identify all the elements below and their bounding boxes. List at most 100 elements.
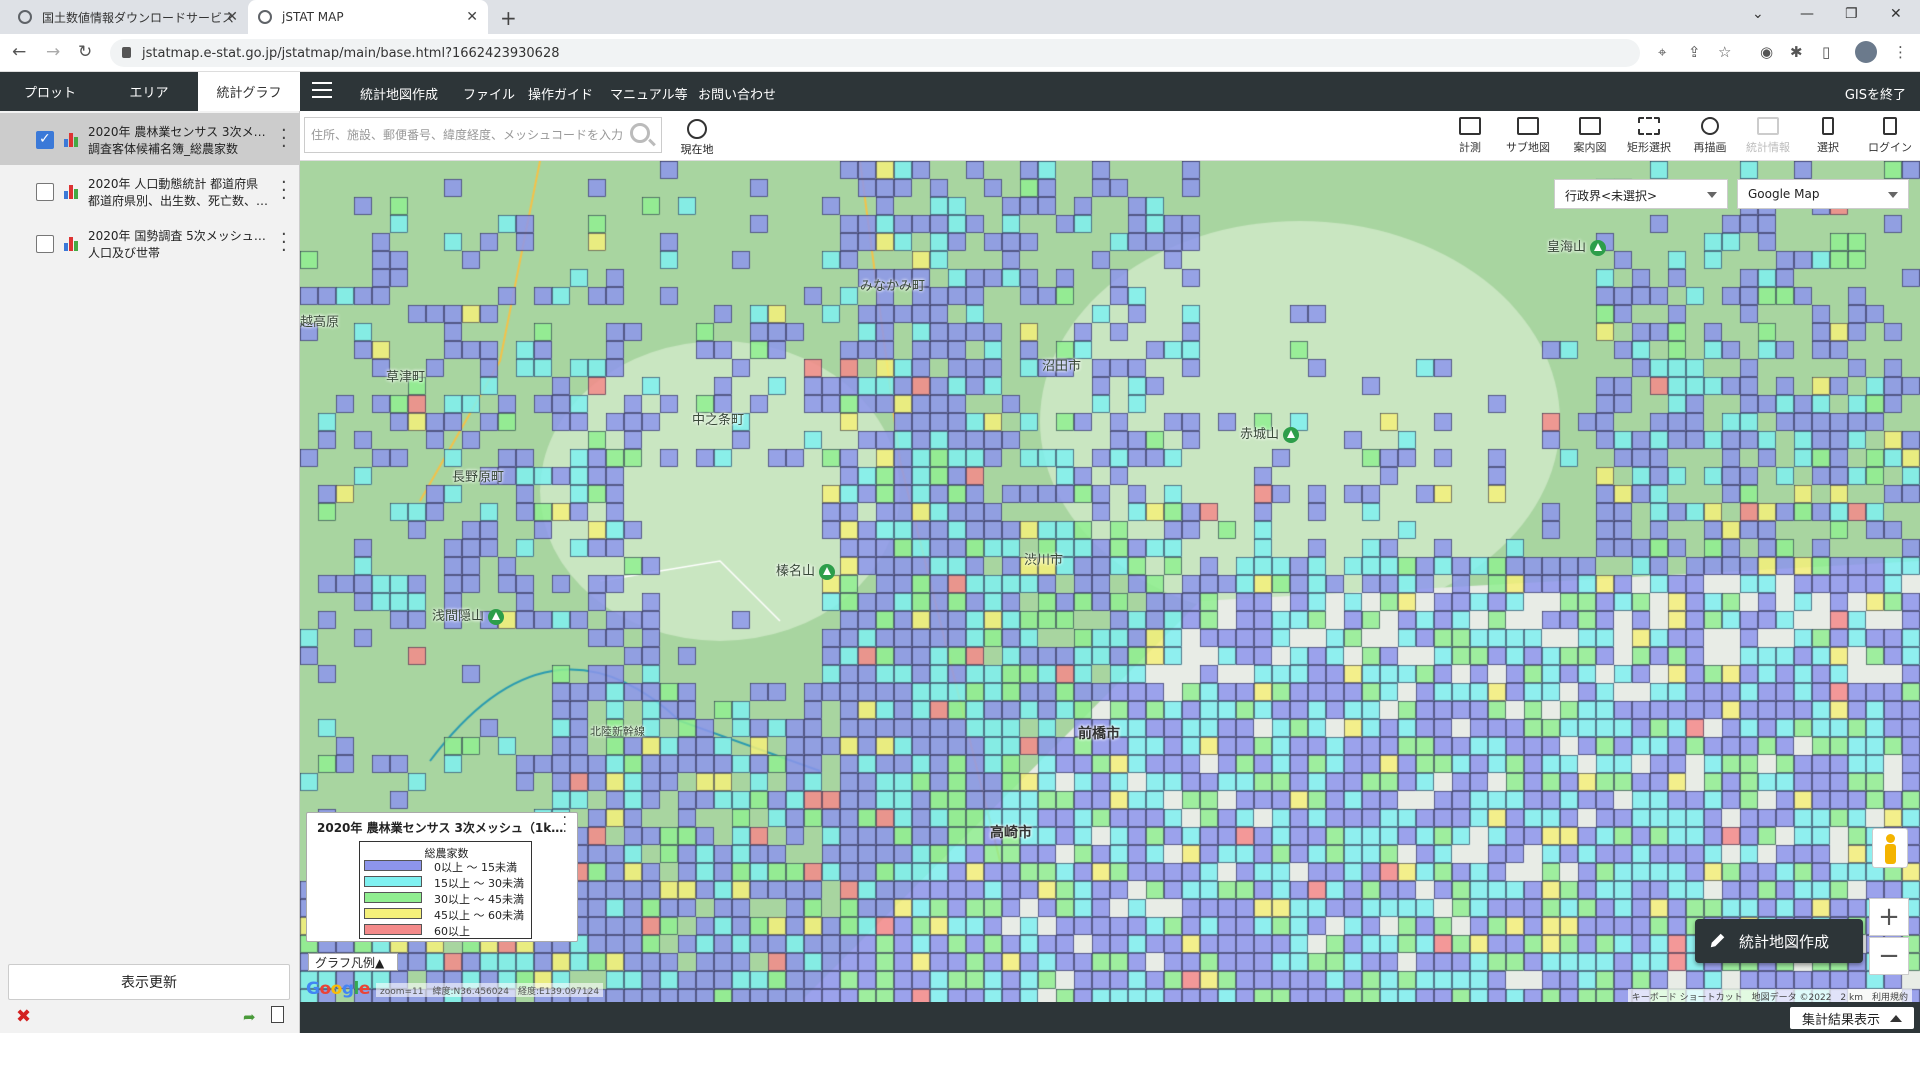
share-icon[interactable]: ⇪ [1688,43,1701,61]
delete-icon[interactable]: ✖ [16,1006,31,1027]
map-icon [1517,117,1539,135]
street-view-pegman-icon[interactable] [1872,828,1908,868]
layer-checkbox[interactable] [36,235,54,253]
refresh-display-button[interactable]: 表示更新 [8,964,290,1000]
browser-menu-icon[interactable]: ⋮ [1893,43,1908,61]
layer-item[interactable]: 2020年 国勢調査 5次メッシュ（250mメッシュ） 人口及び世帯 ··· [0,217,300,269]
menu-file[interactable]: ファイル [463,84,515,103]
map-area[interactable]: 皇海山 赤城山 榛名山 浅間隠山 みなかみ町 沼田市 中之条町 長野原町 草津町… [300,111,1920,1002]
sidepanel-icon[interactable]: ▯ [1822,43,1830,61]
coordinate-readout: zoom=11 緯度:N36.456024 経度:E139.097124 [376,983,604,997]
rect-select-tool[interactable]: 矩形選択 [1621,117,1677,155]
bar-chart-icon [64,133,78,147]
hamburger-menu-icon[interactable] [312,82,332,100]
tab-area[interactable]: エリア [100,72,198,111]
mountain-icon [488,608,505,625]
layer-menu-icon[interactable]: · · · [281,122,287,156]
legend-label: 60以上 [434,925,470,938]
lock-icon [122,47,131,58]
close-tab-icon[interactable]: ✕ [466,9,478,25]
google-logo: Google [306,979,370,999]
show-results-button[interactable]: 集計結果表示 [1789,1007,1914,1029]
puzzle-icon[interactable]: ✱ [1790,43,1803,61]
layer-item[interactable]: 2020年 農林業センサス 3次メッシュ（1kmメッシュ） 調査客体候補名簿_総… [0,113,300,165]
browser-tab-1[interactable]: 国土数値情報ダウンロードサービス ✕ [8,0,248,34]
url-text: jstatmap.e-stat.go.jp/jstatmap/main/base… [142,45,560,61]
tab-title: jSTAT MAP [282,10,344,24]
window-close-button[interactable]: ✕ [1890,6,1902,22]
extension-icon[interactable]: ◉ [1760,43,1773,61]
place-label: 渋川市 [1024,553,1064,568]
select-tool[interactable]: 選択 [1800,117,1856,155]
mountain-icon [819,563,836,580]
basemap-select-value: Google Map [1748,187,1820,201]
zoom-out-button[interactable]: − [1869,937,1909,975]
menu-guide[interactable]: 操作ガイド [528,84,593,103]
legend-menu-icon[interactable]: · · · [563,811,567,839]
place-label: 北陸新幹線 [590,725,645,738]
legend-row: 15以上 ～ 30未満 [364,875,530,890]
boundary-select-value: 行政界<未選択> [1565,189,1658,203]
measure-tool[interactable]: 計測 [1442,117,1498,155]
map-toolbar: 現在地 計測 サブ地図 案内図 矩形選択 再描画 統計情報 選択 ログイン [300,111,1920,161]
map-attribution[interactable]: キーボード ショートカット 地図データ ©2022 2 km 利用規約 [1627,989,1912,1002]
submap-tool[interactable]: サブ地図 [1500,117,1556,155]
login-tool[interactable]: ログイン [1862,117,1918,155]
back-icon[interactable]: ← [12,42,26,62]
tool-label: 案内図 [1573,141,1607,154]
legend-label: 0以上 ～ 15未満 [434,861,517,874]
profile-avatar[interactable] [1855,41,1877,63]
browser-tab-bar: 国土数値情報ダウンロードサービス ✕ jSTAT MAP ✕ + ⌄ — ❐ ✕ [0,0,1920,34]
tool-label: 矩形選択 [1627,141,1671,154]
current-location-button[interactable]: 現在地 [674,117,720,157]
crosshair-icon [687,119,707,139]
layer-menu-icon[interactable]: · · · [281,174,287,208]
redraw-tool[interactable]: 再描画 [1682,117,1738,155]
basemap-select[interactable]: Google Map [1737,179,1909,209]
tab-plot[interactable]: プロット [0,72,100,111]
refresh-icon [1701,117,1719,135]
legend-toggle-button[interactable]: グラフ凡例▲ [308,953,398,971]
layer-checkbox[interactable] [36,131,54,149]
search-input[interactable] [304,117,662,153]
layer-checkbox[interactable] [36,183,54,201]
legend-swatch [364,876,422,887]
legend-swatch [364,892,422,903]
bar-chart-icon [64,237,78,251]
reload-icon[interactable]: ↻ [78,42,92,62]
zoom-in-button[interactable]: + [1869,898,1909,936]
layer-menu-icon[interactable]: · · · [281,226,287,260]
end-gis-button[interactable]: GISを終了 [1845,84,1906,103]
boundary-select[interactable]: 行政界<未選択> [1554,179,1728,209]
menu-manual[interactable]: マニュアル等 [610,84,688,103]
map-legend[interactable]: 2020年 農林業センサス 3次メッシュ（1kmメッシュ） ··· 総農家数 0… [306,811,578,942]
place-label: みなかみ町 [860,279,926,294]
document-icon[interactable] [271,1006,284,1023]
legend-row: 0以上 ～ 15未満 [364,859,530,874]
menu-contact[interactable]: お問い合わせ [698,84,776,103]
overview-map-tool[interactable]: 案内図 [1562,117,1618,155]
legend-swatch [364,908,422,919]
url-field[interactable]: jstatmap.e-stat.go.jp/jstatmap/main/base… [110,39,1640,67]
browser-tab-2[interactable]: jSTAT MAP ✕ [248,0,488,34]
layer-item[interactable]: 2020年 人口動態統計 都道府県 都道府県別、出生数、死亡数、婚姻件数、離婚件… [0,165,300,217]
bookmark-star-icon[interactable]: ☆ [1718,43,1731,61]
close-tab-icon[interactable]: ✕ [226,9,238,25]
stat-info-tool[interactable]: 統計情報 [1740,117,1796,155]
search-icon[interactable] [630,123,650,143]
forward-icon[interactable]: → [46,42,60,62]
create-stat-map-button[interactable]: 統計地図作成 [1695,919,1863,963]
minimize-button[interactable]: — [1800,6,1814,22]
rect-select-icon [1638,117,1660,135]
location-icon[interactable]: ⌖ [1658,43,1666,61]
layer-subtitle: 人口及び世帯 [88,246,161,260]
place-label: 皇海山 [1547,236,1607,256]
new-tab-button[interactable]: + [500,6,517,30]
legend-row: 30以上 ～ 45未満 [364,891,530,906]
menu-create-map[interactable]: 統計地図作成 [360,84,438,103]
tab-stat-graph[interactable]: 統計グラフ [198,72,300,111]
restore-button[interactable]: ❐ [1845,6,1858,22]
export-arrow-icon[interactable]: ➦ [243,1008,256,1026]
tab-title: 国土数値情報ダウンロードサービス [42,10,235,25]
tab-search-icon[interactable]: ⌄ [1752,6,1764,22]
